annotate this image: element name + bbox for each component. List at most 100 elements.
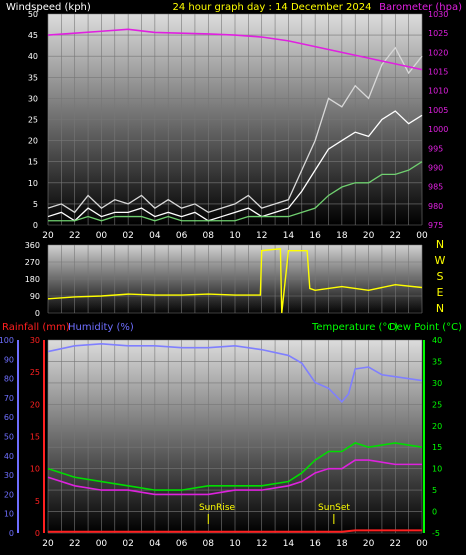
- rain-tick-label: 25: [30, 368, 40, 377]
- y-tick-label: 25: [28, 116, 38, 125]
- compass-label: E: [437, 286, 444, 299]
- y-tick-label: 30: [28, 94, 38, 103]
- x-tick-label: 16: [309, 231, 321, 241]
- humidity-tick-label: 10: [4, 510, 14, 519]
- x-tick-label: 06: [176, 231, 188, 241]
- rain-tick-label: 10: [30, 465, 40, 474]
- y2-tick-label: 1030: [428, 10, 448, 19]
- x-tick-label: 00: [416, 539, 428, 549]
- x-tick-label: 22: [69, 539, 80, 549]
- compass-label: N: [436, 302, 444, 315]
- windspeed-axis-title: Windspeed (kph): [6, 2, 91, 13]
- temperature-time-tick-labels: 20 22 00 02 04 06 08 10 12 14 16 18 20 22 00: [42, 539, 428, 549]
- y-tick-label: 20: [28, 137, 38, 146]
- rainfall-axis-title: Rainfall (mm): [2, 322, 70, 333]
- x-tick-label: 08: [203, 231, 215, 241]
- rain-tick-label: 30: [30, 336, 40, 345]
- y-tick-label: 180: [25, 275, 40, 284]
- y-tick-label: 35: [28, 73, 38, 82]
- temperature-tick-labels: -5 0 5 10 15 20 25 30 35 40: [423, 336, 442, 538]
- temperature-tick-label: 10: [432, 465, 442, 474]
- y-tick-label: 15: [28, 158, 38, 167]
- compass-labels: NWSEN: [435, 238, 446, 315]
- x-tick-label: 00: [96, 231, 108, 241]
- y2-tick-label: 980: [428, 202, 443, 211]
- y-tick-label: 5: [33, 200, 38, 209]
- humidity-tick-label: 90: [4, 355, 14, 364]
- rain-tick-label: 15: [30, 433, 40, 442]
- temperature-tick-label: 35: [432, 357, 442, 366]
- temperature-tick-label: 25: [432, 400, 442, 409]
- x-tick-label: 20: [363, 231, 375, 241]
- temperature-tick-label: 5: [432, 486, 437, 495]
- chart-title: 24 hour graph day : 14 December 2024: [173, 2, 372, 13]
- temperature-tick-label: 0: [432, 508, 437, 517]
- x-tick-label: 12: [256, 231, 267, 241]
- sunset-label: SunSet: [318, 503, 350, 513]
- temperature-axis-title: Temperature (°C): [311, 322, 398, 333]
- humidity-tick-label: 0: [9, 529, 14, 538]
- humidity-tick-label: 40: [4, 452, 14, 461]
- temperature-tick-label: 40: [432, 336, 442, 345]
- rain-tick-label: 5: [35, 497, 40, 506]
- temperature-tick-label: 15: [432, 443, 442, 452]
- y2-tick-label: 985: [428, 183, 443, 192]
- humidity-tick-label: 100: [0, 336, 14, 345]
- x-tick-label: 00: [96, 539, 108, 549]
- x-tick-label: 16: [309, 539, 321, 549]
- x-tick-label: 20: [42, 231, 54, 241]
- humidity-tick-label: 70: [4, 394, 14, 403]
- y-tick-label: 50: [28, 10, 38, 19]
- humidity-tick-label: 60: [4, 413, 14, 422]
- y2-tick-label: 975: [428, 221, 443, 230]
- y2-tick-label: 1000: [428, 125, 448, 134]
- y2-tick-label: 990: [428, 163, 443, 172]
- y2-tick-label: 1025: [428, 29, 448, 38]
- rain-tick-label: 20: [30, 400, 40, 409]
- humidity-axis-title: Humidity (%): [68, 322, 134, 333]
- y2-tick-label: 1015: [428, 68, 448, 77]
- y-tick-label: 10: [28, 179, 38, 188]
- humidity-tick-label: 80: [4, 375, 14, 384]
- x-tick-label: 00: [416, 231, 428, 241]
- compass-label: S: [437, 270, 444, 283]
- y-tick-label: 270: [25, 258, 40, 267]
- y-tick-label: 45: [28, 31, 38, 40]
- temperature-tick-label: 30: [432, 379, 442, 388]
- x-tick-label: 20: [42, 539, 54, 549]
- x-tick-label: 10: [229, 539, 241, 549]
- compass-label: N: [436, 238, 444, 251]
- direction-tick-labels: 0 90 180 270 360: [25, 241, 40, 318]
- windspeed-tick-labels: 0 5 10 15 20 25 30 35 40 45 50: [28, 10, 38, 230]
- y-tick-label: 360: [25, 241, 40, 250]
- y2-tick-label: 1020: [428, 48, 448, 57]
- x-tick-label: 18: [336, 539, 348, 549]
- humidity-tick-label: 20: [4, 490, 14, 499]
- x-tick-label: 10: [229, 231, 241, 241]
- x-tick-label: 02: [122, 539, 133, 549]
- x-tick-label: 14: [283, 231, 295, 241]
- barometer-tick-labels: 975 980 985 990 995 1000 1005 1010 1015 1020 1025 1…: [428, 10, 448, 230]
- x-tick-label: 14: [283, 539, 295, 549]
- dewpoint-axis-title: Dew Point (°C): [389, 322, 462, 333]
- y2-tick-label: 995: [428, 144, 443, 153]
- x-tick-label: 04: [149, 231, 161, 241]
- x-tick-label: 22: [69, 231, 80, 241]
- temperature-tick-label: -5: [432, 529, 440, 538]
- y2-tick-label: 1005: [428, 106, 448, 115]
- x-tick-label: 12: [256, 539, 267, 549]
- sunrise-label: SunRise: [199, 503, 236, 513]
- y-tick-label: 40: [28, 52, 38, 61]
- rain-tick-label: 0: [35, 529, 40, 538]
- weather-graphs: Windspeed (kph) 24 hour graph day : 14 D…: [0, 2, 462, 549]
- humidity-tick-label: 50: [4, 433, 14, 442]
- x-tick-label: 22: [390, 231, 401, 241]
- x-tick-label: 18: [336, 231, 348, 241]
- temperature-tick-label: 20: [432, 422, 442, 431]
- wind-time-tick-labels: 20 22 00 02 04 06 08 10 12 14 16 18 20 22 00: [42, 231, 428, 241]
- y-tick-label: 0: [35, 309, 40, 318]
- y-tick-label: 0: [33, 221, 38, 230]
- x-tick-label: 02: [122, 231, 133, 241]
- x-tick-label: 22: [390, 539, 401, 549]
- y-tick-label: 90: [30, 292, 40, 301]
